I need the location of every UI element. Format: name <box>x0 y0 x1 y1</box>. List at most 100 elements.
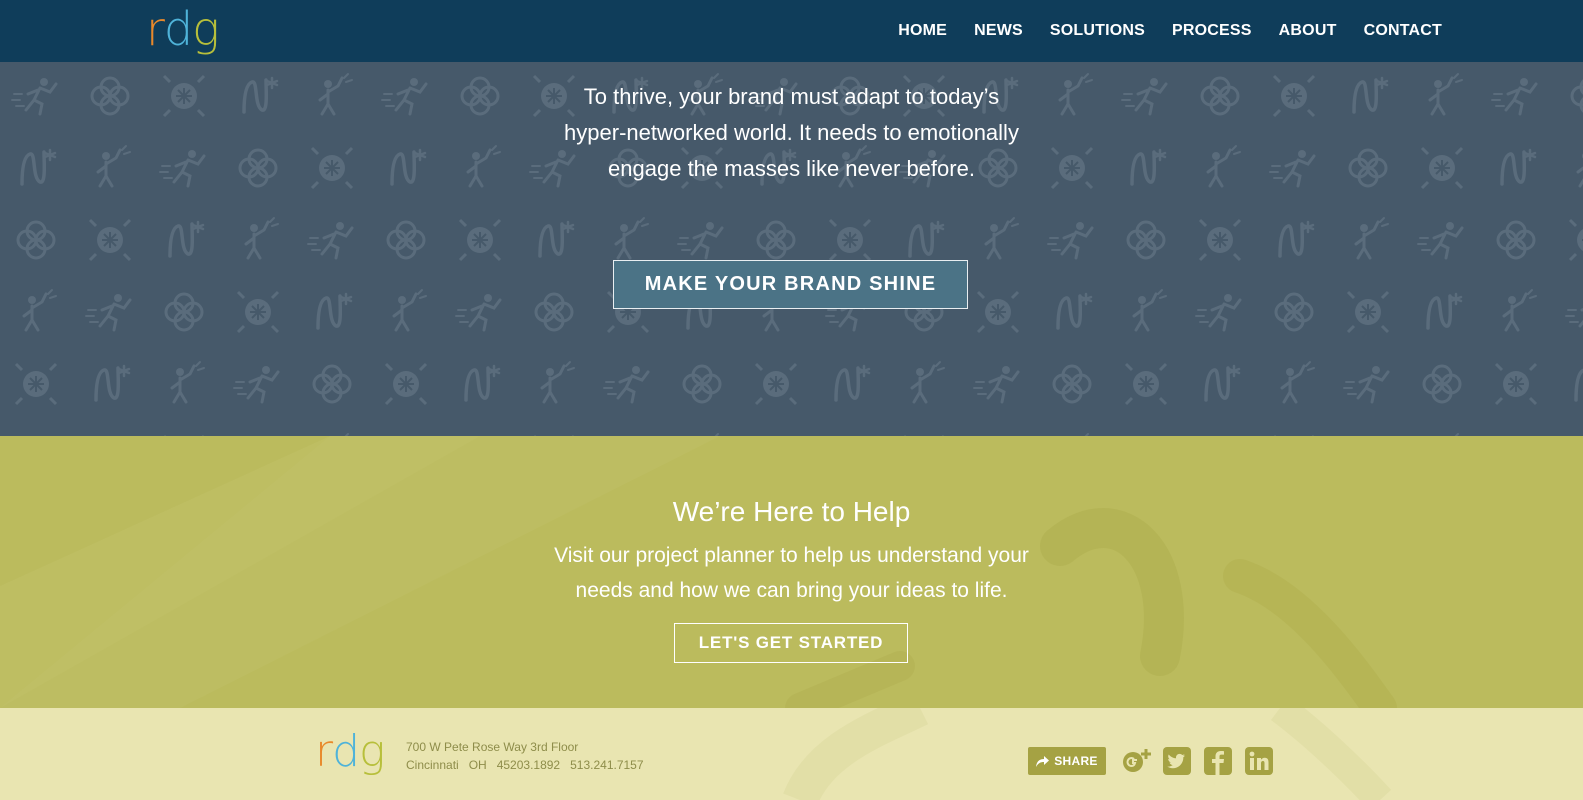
compass-pattern-icon <box>1124 362 1168 406</box>
footer-background-graphic <box>783 708 1392 800</box>
n-asterisk-pattern-icon <box>316 292 353 330</box>
flower-pattern-icon <box>756 220 796 260</box>
google-plus-icon <box>1123 749 1151 772</box>
runner-pattern-icon <box>972 364 1020 404</box>
logo-letter-r: r <box>315 726 333 777</box>
runner-pattern-icon <box>454 292 502 332</box>
runner-pattern-icon <box>676 220 724 260</box>
address-city-row: Cincinnati OH 45203.1892 513.241.7157 <box>406 756 654 774</box>
help-section: We’re Here to Help Visit our project pla… <box>0 436 1583 708</box>
nav-news[interactable]: NEWS <box>974 22 1023 40</box>
make-your-brand-shine-button[interactable]: MAKE YOUR BRAND SHINE <box>613 260 968 309</box>
figure-pattern-icon <box>1354 216 1390 260</box>
flower-pattern-icon <box>16 220 56 260</box>
nav-process[interactable]: PROCESS <box>1172 22 1252 40</box>
runner-pattern-icon <box>306 220 354 260</box>
figure-pattern-icon <box>22 288 58 332</box>
twitter-icon <box>1163 747 1191 775</box>
figure-pattern-icon <box>1280 360 1316 404</box>
compass-pattern-icon <box>1198 218 1242 262</box>
logo-letter-g: g <box>192 2 220 56</box>
nav-contact[interactable]: CONTACT <box>1364 22 1442 40</box>
compass-pattern-icon <box>236 290 280 334</box>
flower-pattern-icon <box>1274 292 1314 332</box>
runner-pattern-icon <box>232 364 280 404</box>
footer-rdg-logo[interactable]: rdg <box>315 726 385 777</box>
address-state: OH <box>468 758 487 772</box>
lets-get-started-button[interactable]: LET'S GET STARTED <box>674 623 908 663</box>
google-plus-link[interactable] <box>1122 747 1151 775</box>
figure-pattern-icon <box>1132 288 1168 332</box>
compass-pattern-icon <box>458 218 502 262</box>
logo-letter-d: d <box>332 726 360 777</box>
address-street: 700 W Pete Rose Way 3rd Floor <box>406 740 579 754</box>
flower-pattern-icon <box>1496 220 1536 260</box>
n-asterisk-pattern-icon <box>834 364 871 402</box>
logo-letter-d: d <box>163 2 193 56</box>
runner-pattern-icon <box>1342 364 1390 404</box>
hero-tagline-line: hyper-networked world. It needs to emoti… <box>564 120 1019 145</box>
help-description-line: needs and how we can bring your ideas to… <box>575 579 1008 602</box>
nav-solutions[interactable]: SOLUTIONS <box>1050 22 1145 40</box>
n-asterisk-pattern-icon <box>1574 364 1583 402</box>
share-button[interactable]: SHARE <box>1028 747 1106 775</box>
figure-pattern-icon <box>244 216 280 260</box>
n-asterisk-pattern-icon <box>908 220 945 258</box>
top-navigation-bar: rdg HOME NEWS SOLUTIONS PROCESS ABOUT CO… <box>0 0 1583 62</box>
n-asterisk-pattern-icon <box>1426 292 1463 330</box>
n-asterisk-pattern-icon <box>464 364 501 402</box>
compass-pattern-icon <box>14 362 58 406</box>
flower-pattern-icon <box>1422 364 1462 404</box>
runner-pattern-icon <box>1416 220 1464 260</box>
runner-pattern-icon <box>1564 292 1583 332</box>
phone-number[interactable]: 513.241.7157 <box>570 758 643 772</box>
linkedin-link[interactable] <box>1245 747 1273 775</box>
compass-pattern-icon <box>384 362 428 406</box>
flower-pattern-icon <box>164 292 204 332</box>
share-label: SHARE <box>1054 754 1098 768</box>
site-footer: rdg 700 W Pete Rose Way 3rd Floor Cincin… <box>0 708 1583 800</box>
compass-pattern-icon <box>1568 218 1583 262</box>
nav-home[interactable]: HOME <box>898 22 947 40</box>
flower-pattern-icon <box>386 220 426 260</box>
hero-tagline: To thrive, your brand must adapt to toda… <box>0 79 1583 187</box>
flower-pattern-icon <box>534 292 574 332</box>
runner-pattern-icon <box>84 292 132 332</box>
flower-pattern-icon <box>1126 220 1166 260</box>
n-asterisk-pattern-icon <box>1204 364 1241 402</box>
company-address: 700 W Pete Rose Way 3rd Floor Cincinnati… <box>406 738 654 774</box>
help-heading: We’re Here to Help <box>672 496 911 527</box>
facebook-icon <box>1204 747 1232 775</box>
flower-pattern-icon <box>1052 364 1092 404</box>
compass-pattern-icon <box>828 218 872 262</box>
main-menu: HOME NEWS SOLUTIONS PROCESS ABOUT CONTAC… <box>871 0 1442 62</box>
n-asterisk-pattern-icon <box>1056 292 1093 330</box>
linkedin-icon <box>1245 747 1273 775</box>
logo-letter-r: r <box>146 2 165 56</box>
facebook-link[interactable] <box>1204 747 1232 775</box>
compass-pattern-icon <box>976 290 1020 334</box>
flower-pattern-icon <box>312 364 352 404</box>
figure-pattern-icon <box>540 360 576 404</box>
hero-section: To thrive, your brand must adapt to toda… <box>0 62 1583 436</box>
compass-pattern-icon <box>88 218 132 262</box>
address-city: Cincinnati <box>406 758 459 772</box>
hero-tagline-line: engage the masses like never before. <box>608 156 975 181</box>
flower-pattern-icon <box>682 364 722 404</box>
help-description: Visit our project planner to help us und… <box>0 538 1583 608</box>
runner-pattern-icon <box>1194 292 1242 332</box>
figure-pattern-icon <box>984 216 1020 260</box>
figure-pattern-icon <box>392 288 428 332</box>
share-arrow-icon <box>1036 755 1050 767</box>
figure-pattern-icon <box>910 360 946 404</box>
n-asterisk-pattern-icon <box>94 364 131 402</box>
nav-about[interactable]: ABOUT <box>1279 22 1337 40</box>
n-asterisk-pattern-icon <box>538 220 575 258</box>
twitter-link[interactable] <box>1163 747 1191 775</box>
figure-pattern-icon <box>614 216 650 260</box>
compass-pattern-icon <box>1494 362 1538 406</box>
hero-tagline-line: To thrive, your brand must adapt to toda… <box>583 84 1000 109</box>
help-description-line: Visit our project planner to help us und… <box>554 544 1029 567</box>
rdg-logo[interactable]: rdg <box>146 2 220 56</box>
n-asterisk-pattern-icon <box>168 220 205 258</box>
